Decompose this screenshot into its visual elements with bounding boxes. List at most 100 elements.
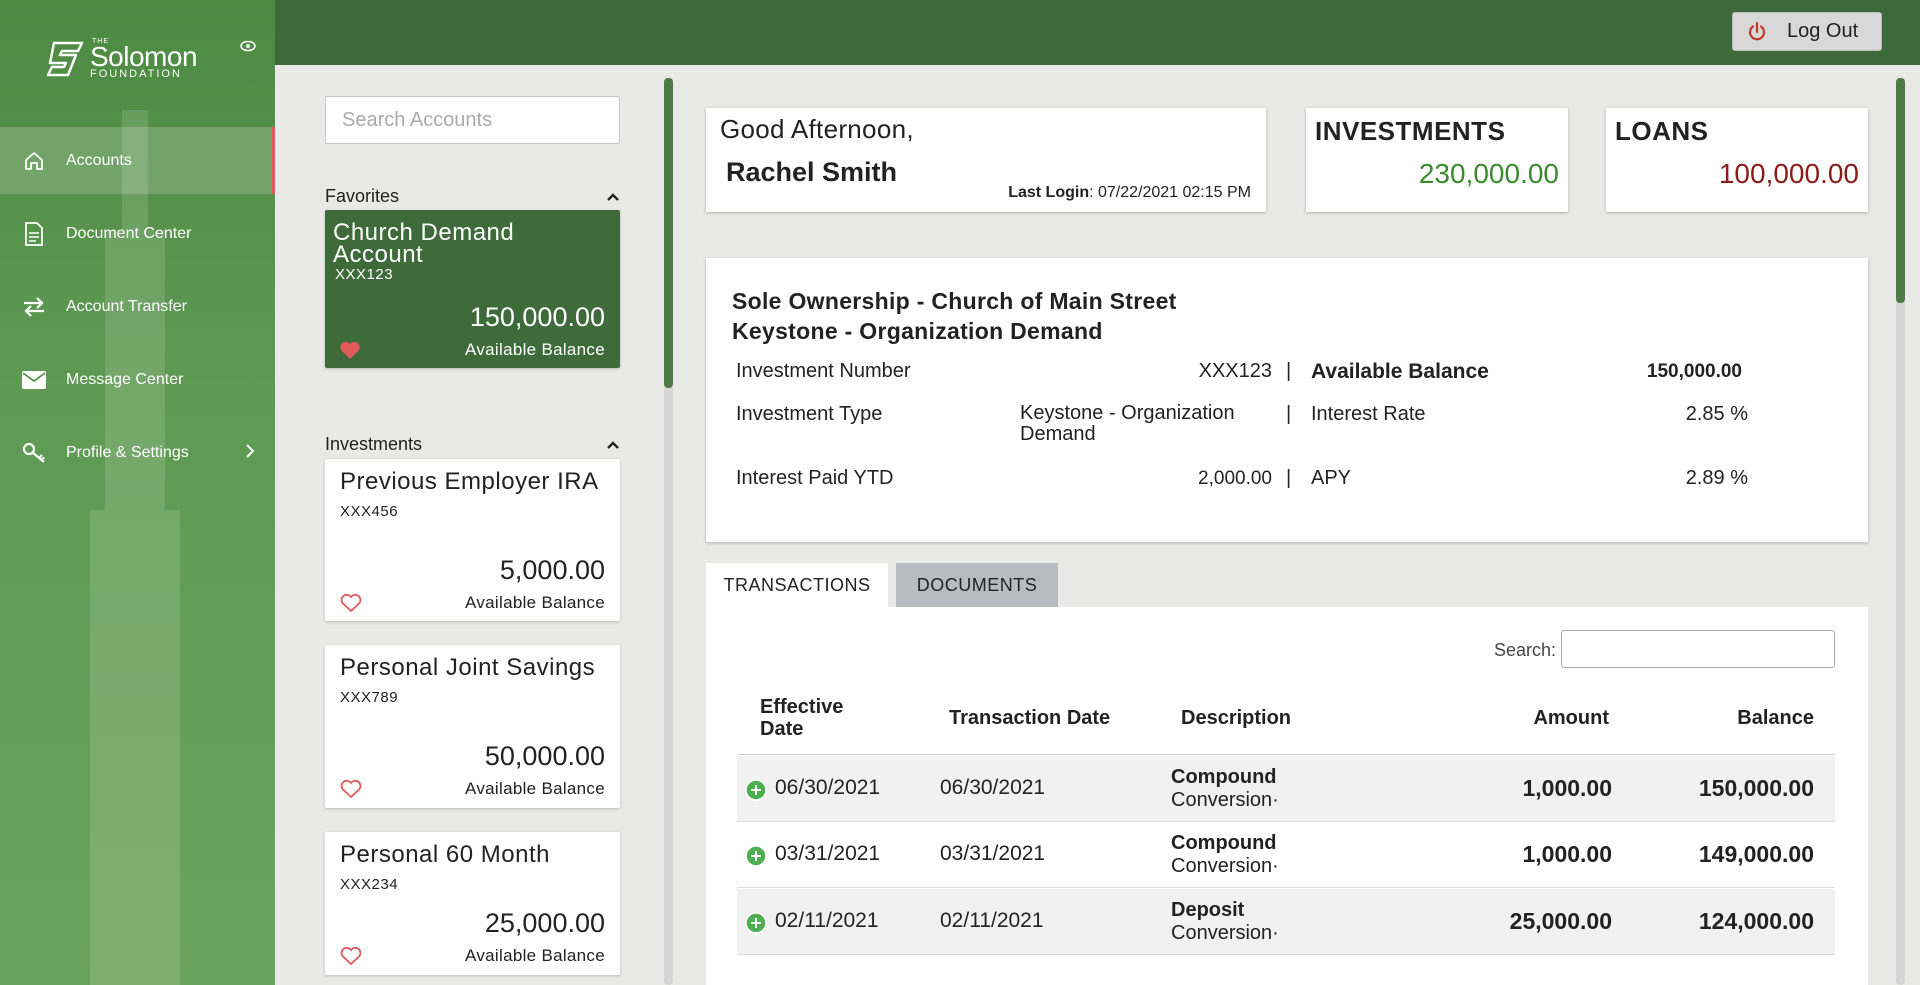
key-icon: [22, 441, 46, 465]
tab-transactions[interactable]: TRANSACTIONS: [706, 563, 888, 607]
sidebar: THE Solomon FOUNDATION Accounts Document…: [0, 0, 275, 985]
sidebar-nav: Accounts Document Center Account Transfe…: [0, 127, 275, 492]
investments-summary-card[interactable]: INVESTMENTS 230,000.00: [1306, 108, 1568, 212]
heart-outline-icon[interactable]: [340, 946, 362, 966]
detail-separator: |: [1286, 360, 1292, 382]
account-name: Personal 60 Month: [340, 841, 550, 868]
account-balance-label: Available Balance: [465, 340, 605, 359]
table-row[interactable]: 03/31/2021 03/31/2021 Compound Conversio…: [737, 822, 1835, 888]
account-balance: 5,000.00: [499, 555, 605, 585]
sidebar-item-document-center[interactable]: Document Center: [0, 200, 275, 267]
account-detail-title: Sole Ownership - Church of Main Street K…: [732, 286, 1842, 346]
sidebar-item-label: Document Center: [66, 224, 192, 242]
description-detail: Conversion·: [1171, 789, 1279, 811]
logout-button[interactable]: Log Out: [1732, 12, 1882, 51]
sidebar-item-account-transfer[interactable]: Account Transfer: [0, 273, 275, 340]
detail-label: Interest Paid YTD: [736, 467, 894, 489]
search-accounts-field[interactable]: [325, 96, 620, 144]
table-row[interactable]: 02/11/2021 02/11/2021 Deposit Conversion…: [737, 889, 1835, 955]
description-detail: Conversion·: [1171, 922, 1279, 944]
column-header-transaction-date[interactable]: Transaction Date: [949, 707, 1110, 730]
detail-separator: |: [1286, 403, 1292, 425]
account-card[interactable]: Personal Joint Savings XXX789 50,000.00 …: [325, 645, 620, 808]
sidebar-item-label: Message Center: [66, 370, 184, 388]
account-balance-label: Available Balance: [465, 779, 605, 798]
main-scrollbar[interactable]: [1896, 78, 1905, 985]
account-balance: 25,000.00: [484, 908, 605, 938]
top-bar: Log Out: [275, 0, 1920, 65]
sidebar-item-accounts[interactable]: Accounts: [0, 127, 275, 194]
search-accounts-input[interactable]: [342, 108, 607, 132]
account-number: XXX789: [340, 689, 399, 706]
detail-label: Investment Type: [736, 403, 883, 425]
chevron-up-icon[interactable]: [606, 192, 620, 202]
account-product: Keystone - Organization Demand: [732, 318, 1103, 344]
description-title: Compound: [1171, 766, 1277, 788]
expand-plus-icon[interactable]: [745, 779, 767, 801]
amount: 1,000.00: [1522, 775, 1612, 801]
heart-filled-icon[interactable]: [339, 340, 361, 360]
description-detail: Conversion·: [1171, 855, 1279, 877]
sidebar-item-message-center[interactable]: Message Center: [0, 346, 275, 413]
transactions-search-label: Search:: [1494, 640, 1557, 660]
document-icon: [22, 221, 46, 246]
account-balance-label: Available Balance: [465, 946, 605, 965]
solomon-logo[interactable]: THE Solomon FOUNDATION: [46, 38, 198, 80]
favorites-title: Favorites: [325, 186, 400, 206]
transaction-date: 06/30/2021: [940, 776, 1046, 799]
detail-right-value: 150,000.00: [1646, 361, 1742, 382]
column-header-effective-date[interactable]: Effective Date: [760, 696, 880, 740]
logo-subtitle: FOUNDATION: [90, 68, 182, 80]
account-card[interactable]: Previous Employer IRA XXX456 5,000.00 Av…: [325, 459, 620, 621]
greeting-card: Good Afternoon, Rachel Smith Last Login:…: [706, 108, 1266, 212]
expand-plus-icon[interactable]: [745, 912, 767, 934]
description-title: Compound: [1171, 832, 1277, 854]
scrollbar-thumb[interactable]: [664, 78, 673, 388]
account-balance-label: Available Balance: [465, 593, 605, 612]
heart-outline-icon[interactable]: [340, 593, 362, 613]
transaction-date: 02/11/2021: [940, 909, 1044, 932]
account-balance: 150,000.00: [469, 302, 605, 332]
last-login: Last Login: 07/22/2021 02:15 PM: [1008, 184, 1251, 202]
sidebar-item-label: Account Transfer: [66, 297, 187, 315]
account-card[interactable]: Personal 60 Month XXX234 25,000.00 Avail…: [325, 832, 620, 975]
effective-date: 02/11/2021: [775, 909, 879, 932]
sidebar-item-label: Accounts: [66, 151, 132, 169]
scrollbar-thumb[interactable]: [1896, 78, 1905, 303]
heart-outline-icon[interactable]: [340, 779, 362, 799]
detail-label: Investment Number: [736, 360, 911, 382]
sidebar-item-profile-settings[interactable]: Profile & Settings: [0, 419, 275, 486]
logo-name: Solomon: [90, 41, 198, 72]
column-header-amount[interactable]: Amount: [1533, 707, 1609, 730]
expand-plus-icon[interactable]: [745, 845, 767, 867]
detail-right-label: Available Balance: [1311, 360, 1489, 383]
chevron-up-icon[interactable]: [606, 440, 620, 450]
loans-summary-card[interactable]: LOANS 100,000.00: [1606, 108, 1868, 212]
detail-right-value: 2.89 %: [1685, 467, 1748, 489]
detail-right-label: APY: [1311, 467, 1352, 489]
sidebar-item-label: Profile & Settings: [66, 443, 189, 461]
column-header-balance[interactable]: Balance: [1737, 707, 1814, 730]
column-header-description[interactable]: Description: [1181, 707, 1291, 730]
account-name: Personal Joint Savings: [340, 654, 596, 681]
transactions-search-input[interactable]: [1561, 630, 1835, 668]
account-name: Church Demand Account: [333, 219, 515, 268]
balance: 149,000.00: [1698, 841, 1814, 867]
power-icon: [1748, 21, 1766, 40]
account-number: XXX234: [340, 876, 399, 893]
table-row[interactable]: 06/30/2021 06/30/2021 Compound Conversio…: [737, 756, 1835, 822]
transfer-icon: [22, 295, 46, 319]
accounts-scrollbar[interactable]: [664, 78, 673, 985]
investments-header[interactable]: Investments: [325, 434, 620, 455]
account-card-favorite[interactable]: Church Demand Account XXX123 150,000.00 …: [325, 210, 620, 368]
detail-value: 2,000.00: [1198, 468, 1272, 489]
eye-icon[interactable]: [240, 40, 256, 52]
logo-mark-icon: [46, 41, 84, 77]
favorites-header[interactable]: Favorites: [325, 186, 620, 207]
account-number: XXX456: [340, 503, 399, 520]
effective-date: 03/31/2021: [775, 842, 881, 865]
account-detail-card: Sole Ownership - Church of Main Street K…: [706, 258, 1868, 542]
greeting-text: Good Afternoon,: [720, 114, 914, 144]
description-title: Deposit: [1171, 899, 1245, 921]
tab-documents[interactable]: DOCUMENTS: [896, 563, 1058, 607]
